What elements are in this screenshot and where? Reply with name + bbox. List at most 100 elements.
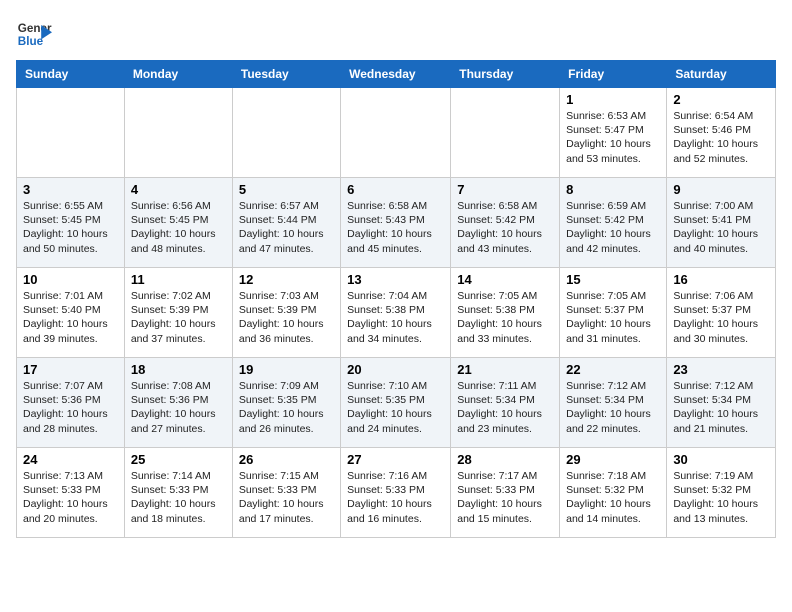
week-row-2: 3 Sunrise: 6:55 AM Sunset: 5:45 PM Daylig… — [17, 178, 776, 268]
calendar-cell: 21 Sunrise: 7:11 AM Sunset: 5:34 PM Dayli… — [451, 358, 560, 448]
calendar-cell: 23 Sunrise: 7:12 AM Sunset: 5:34 PM Dayli… — [667, 358, 776, 448]
day-number: 3 — [23, 182, 118, 197]
day-number: 10 — [23, 272, 118, 287]
day-info: Sunrise: 7:02 AM Sunset: 5:39 PM Dayligh… — [131, 289, 226, 346]
calendar-cell: 27 Sunrise: 7:16 AM Sunset: 5:33 PM Dayli… — [341, 448, 451, 538]
day-header-monday: Monday — [124, 61, 232, 88]
day-header-saturday: Saturday — [667, 61, 776, 88]
day-info: Sunrise: 7:14 AM Sunset: 5:33 PM Dayligh… — [131, 469, 226, 526]
day-info: Sunrise: 7:18 AM Sunset: 5:32 PM Dayligh… — [566, 469, 660, 526]
calendar-cell — [341, 88, 451, 178]
day-info: Sunrise: 6:59 AM Sunset: 5:42 PM Dayligh… — [566, 199, 660, 256]
calendar-cell: 17Sunrise: 7:07 AM Sunset: 5:36 PM Dayli… — [17, 358, 125, 448]
calendar-cell: 28 Sunrise: 7:17 AM Sunset: 5:33 PM Dayli… — [451, 448, 560, 538]
day-header-tuesday: Tuesday — [232, 61, 340, 88]
day-info: Sunrise: 7:15 AM Sunset: 5:33 PM Dayligh… — [239, 469, 334, 526]
calendar-cell: 24 Sunrise: 7:13 AM Sunset: 5:33 PM Dayli… — [17, 448, 125, 538]
day-info: Sunrise: 6:57 AM Sunset: 5:44 PM Dayligh… — [239, 199, 334, 256]
day-info: Sunrise: 7:05 AM Sunset: 5:38 PM Dayligh… — [457, 289, 553, 346]
calendar-cell: 20 Sunrise: 7:10 AM Sunset: 5:35 PM Dayli… — [341, 358, 451, 448]
logo: General Blue — [16, 16, 52, 52]
day-number: 27 — [347, 452, 444, 467]
day-info: Sunrise: 7:10 AM Sunset: 5:35 PM Dayligh… — [347, 379, 444, 436]
day-info: Sunrise: 7:16 AM Sunset: 5:33 PM Dayligh… — [347, 469, 444, 526]
day-number: 22 — [566, 362, 660, 377]
calendar-cell: 22 Sunrise: 7:12 AM Sunset: 5:34 PM Dayli… — [560, 358, 667, 448]
day-number: 12 — [239, 272, 334, 287]
day-info: Sunrise: 7:11 AM Sunset: 5:34 PM Dayligh… — [457, 379, 553, 436]
calendar-cell: 12 Sunrise: 7:03 AM Sunset: 5:39 PM Dayli… — [232, 268, 340, 358]
day-info: Sunrise: 6:53 AM Sunset: 5:47 PM Dayligh… — [566, 109, 660, 166]
day-number: 7 — [457, 182, 553, 197]
day-number: 1 — [566, 92, 660, 107]
day-info: Sunrise: 7:01 AM Sunset: 5:40 PM Dayligh… — [23, 289, 118, 346]
day-info: Sunrise: 6:56 AM Sunset: 5:45 PM Dayligh… — [131, 199, 226, 256]
day-number: 2 — [673, 92, 769, 107]
calendar-cell: 15 Sunrise: 7:05 AM Sunset: 5:37 PM Dayli… — [560, 268, 667, 358]
calendar-cell: 14 Sunrise: 7:05 AM Sunset: 5:38 PM Dayli… — [451, 268, 560, 358]
day-number: 17 — [23, 362, 118, 377]
calendar-cell: 5 Sunrise: 6:57 AM Sunset: 5:44 PM Daylig… — [232, 178, 340, 268]
day-number: 11 — [131, 272, 226, 287]
calendar-cell: 11 Sunrise: 7:02 AM Sunset: 5:39 PM Dayli… — [124, 268, 232, 358]
day-info: Sunrise: 6:55 AM Sunset: 5:45 PM Dayligh… — [23, 199, 118, 256]
day-info: Sunrise: 7:19 AM Sunset: 5:32 PM Dayligh… — [673, 469, 769, 526]
calendar-table: SundayMondayTuesdayWednesdayThursdayFrid… — [16, 60, 776, 538]
calendar-cell: 4 Sunrise: 6:56 AM Sunset: 5:45 PM Daylig… — [124, 178, 232, 268]
calendar-cell: 16Sunrise: 7:06 AM Sunset: 5:37 PM Dayli… — [667, 268, 776, 358]
day-number: 30 — [673, 452, 769, 467]
day-number: 13 — [347, 272, 444, 287]
day-number: 26 — [239, 452, 334, 467]
day-number: 19 — [239, 362, 334, 377]
calendar-cell: 9 Sunrise: 7:00 AM Sunset: 5:41 PM Daylig… — [667, 178, 776, 268]
day-number: 5 — [239, 182, 334, 197]
calendar-cell — [17, 88, 125, 178]
day-number: 15 — [566, 272, 660, 287]
day-number: 23 — [673, 362, 769, 377]
day-info: Sunrise: 6:58 AM Sunset: 5:42 PM Dayligh… — [457, 199, 553, 256]
day-info: Sunrise: 7:12 AM Sunset: 5:34 PM Dayligh… — [673, 379, 769, 436]
day-number: 8 — [566, 182, 660, 197]
calendar-cell: 1 Sunrise: 6:53 AM Sunset: 5:47 PM Daylig… — [560, 88, 667, 178]
day-info: Sunrise: 6:58 AM Sunset: 5:43 PM Dayligh… — [347, 199, 444, 256]
day-info: Sunrise: 7:00 AM Sunset: 5:41 PM Dayligh… — [673, 199, 769, 256]
logo-icon: General Blue — [16, 16, 52, 52]
day-info: Sunrise: 7:12 AM Sunset: 5:34 PM Dayligh… — [566, 379, 660, 436]
day-number: 24 — [23, 452, 118, 467]
day-number: 25 — [131, 452, 226, 467]
day-number: 16 — [673, 272, 769, 287]
calendar-cell: 26 Sunrise: 7:15 AM Sunset: 5:33 PM Dayli… — [232, 448, 340, 538]
day-number: 20 — [347, 362, 444, 377]
day-info: Sunrise: 7:13 AM Sunset: 5:33 PM Dayligh… — [23, 469, 118, 526]
day-number: 9 — [673, 182, 769, 197]
day-header-thursday: Thursday — [451, 61, 560, 88]
day-header-row: SundayMondayTuesdayWednesdayThursdayFrid… — [17, 61, 776, 88]
calendar-cell: 6 Sunrise: 6:58 AM Sunset: 5:43 PM Daylig… — [341, 178, 451, 268]
day-info: Sunrise: 7:17 AM Sunset: 5:33 PM Dayligh… — [457, 469, 553, 526]
day-header-wednesday: Wednesday — [341, 61, 451, 88]
calendar-cell: 29 Sunrise: 7:18 AM Sunset: 5:32 PM Dayli… — [560, 448, 667, 538]
day-info: Sunrise: 6:54 AM Sunset: 5:46 PM Dayligh… — [673, 109, 769, 166]
day-header-sunday: Sunday — [17, 61, 125, 88]
day-info: Sunrise: 7:09 AM Sunset: 5:35 PM Dayligh… — [239, 379, 334, 436]
page-header: General Blue — [16, 16, 776, 52]
calendar-cell: 3 Sunrise: 6:55 AM Sunset: 5:45 PM Daylig… — [17, 178, 125, 268]
day-number: 28 — [457, 452, 553, 467]
calendar-cell: 25 Sunrise: 7:14 AM Sunset: 5:33 PM Dayli… — [124, 448, 232, 538]
calendar-cell: 2 Sunrise: 6:54 AM Sunset: 5:46 PM Daylig… — [667, 88, 776, 178]
week-row-5: 24 Sunrise: 7:13 AM Sunset: 5:33 PM Dayli… — [17, 448, 776, 538]
day-number: 4 — [131, 182, 226, 197]
day-number: 21 — [457, 362, 553, 377]
calendar-cell — [124, 88, 232, 178]
calendar-cell: 18Sunrise: 7:08 AM Sunset: 5:36 PM Dayli… — [124, 358, 232, 448]
day-header-friday: Friday — [560, 61, 667, 88]
day-number: 6 — [347, 182, 444, 197]
calendar-cell — [232, 88, 340, 178]
week-row-3: 10 Sunrise: 7:01 AM Sunset: 5:40 PM Dayli… — [17, 268, 776, 358]
day-number: 29 — [566, 452, 660, 467]
calendar-cell: 30 Sunrise: 7:19 AM Sunset: 5:32 PM Dayli… — [667, 448, 776, 538]
day-info: Sunrise: 7:03 AM Sunset: 5:39 PM Dayligh… — [239, 289, 334, 346]
day-number: 18 — [131, 362, 226, 377]
day-info: Sunrise: 7:05 AM Sunset: 5:37 PM Dayligh… — [566, 289, 660, 346]
day-number: 14 — [457, 272, 553, 287]
